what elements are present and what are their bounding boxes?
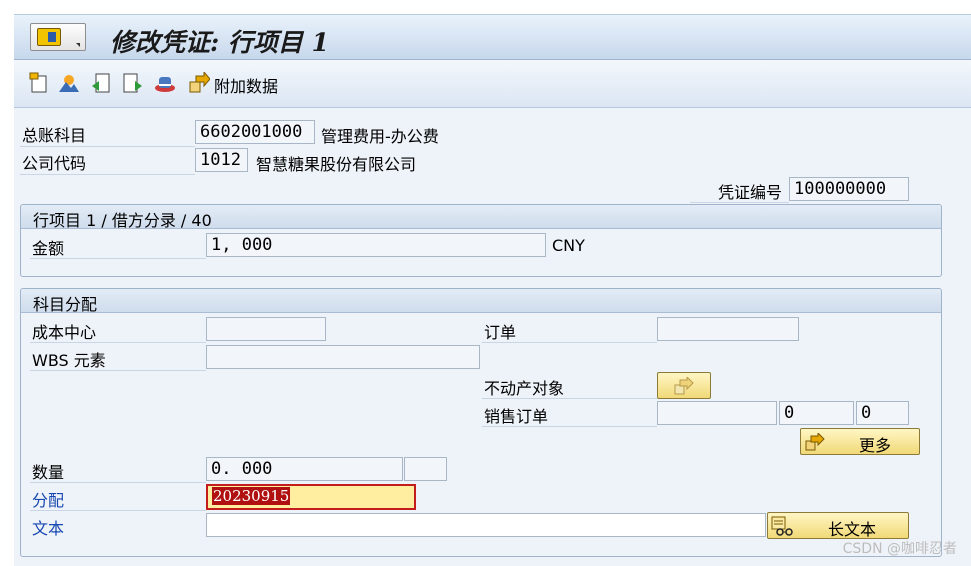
gl-account-field[interactable]: 6602001000: [195, 120, 315, 144]
currency-label: CNY: [552, 236, 585, 255]
cost-center-label: 成本中心: [32, 323, 97, 342]
text-label: 文本: [32, 519, 65, 538]
landscape-icon[interactable]: [58, 72, 80, 94]
account-assignment-group-header: 科目分配: [21, 289, 941, 314]
document-number-label: 凭证编号: [718, 183, 783, 202]
gl-account-label: 总账科目: [22, 126, 87, 145]
company-code-description: 智慧糖果股份有限公司: [256, 155, 417, 174]
sales-order-field[interactable]: [657, 401, 777, 425]
next-document-icon[interactable]: [122, 72, 144, 94]
amount-field[interactable]: 1, 000: [206, 233, 546, 257]
row-divider: [482, 342, 657, 343]
assignment-input-value: 20230915: [212, 487, 291, 505]
row-divider: [30, 342, 206, 343]
row-divider: [30, 482, 206, 483]
row-divider: [20, 146, 195, 147]
arrow-icon[interactable]: [188, 72, 210, 94]
real-estate-button[interactable]: [657, 372, 711, 399]
hat-icon[interactable]: [154, 72, 176, 94]
title-bar: 修改凭证: 行项目 1: [14, 14, 971, 60]
wbs-element-field[interactable]: [206, 345, 480, 369]
long-text-icon: [771, 516, 793, 536]
sales-order-item-field[interactable]: 0: [779, 401, 854, 425]
row-divider: [482, 398, 657, 399]
row-divider: [30, 258, 206, 259]
previous-document-icon[interactable]: [90, 72, 112, 94]
more-button[interactable]: 更多: [800, 428, 920, 455]
arrow-icon: [805, 433, 825, 451]
real-estate-label: 不动产对象: [484, 379, 565, 398]
text-input[interactable]: [206, 513, 766, 537]
company-code-field[interactable]: 1012: [195, 148, 248, 172]
sales-order-schedule-field[interactable]: 0: [856, 401, 909, 425]
order-label: 订单: [484, 323, 517, 342]
assignment-input[interactable]: 20230915: [206, 484, 416, 510]
system-menu-icon: [37, 28, 61, 46]
document-number-field[interactable]: 100000000: [789, 177, 909, 201]
sales-order-label: 销售订单: [484, 407, 549, 426]
dropdown-corner-icon: [76, 43, 80, 47]
gl-account-description: 管理费用-办公费: [321, 127, 439, 146]
wbs-element-label: WBS 元素: [32, 351, 106, 370]
system-menu-button[interactable]: [30, 23, 86, 51]
assignment-label: 分配: [32, 491, 65, 510]
page-title: 修改凭证: 行项目 1: [110, 28, 330, 57]
arrow-icon: [674, 377, 694, 395]
line-item-group-header: 行项目 1 / 借方分录 / 40: [21, 205, 941, 230]
additional-data-button[interactable]: 附加数据: [214, 73, 278, 97]
company-code-label: 公司代码: [22, 154, 87, 173]
row-divider: [20, 174, 195, 175]
more-button-label: 更多: [859, 436, 892, 455]
application-toolbar: 附加数据: [14, 60, 971, 108]
long-text-button-label: 长文本: [828, 520, 877, 539]
watermark: CSDN @咖啡忍者: [842, 541, 957, 557]
row-divider: [482, 426, 657, 427]
cost-center-field[interactable]: [206, 317, 326, 341]
quantity-unit-field[interactable]: [404, 457, 447, 481]
quantity-field[interactable]: 0. 000: [206, 457, 403, 481]
row-divider: [690, 202, 789, 203]
order-field[interactable]: [657, 317, 799, 341]
row-divider: [30, 370, 206, 371]
amount-label: 金额: [32, 239, 65, 258]
long-text-button[interactable]: 长文本: [767, 512, 909, 539]
quantity-label: 数量: [32, 463, 65, 482]
row-divider: [30, 510, 206, 511]
account-assignment-group-title: 科目分配: [33, 295, 98, 314]
line-item-group-title: 行项目 1 / 借方分录 / 40: [33, 211, 212, 230]
new-document-icon[interactable]: [28, 72, 50, 94]
